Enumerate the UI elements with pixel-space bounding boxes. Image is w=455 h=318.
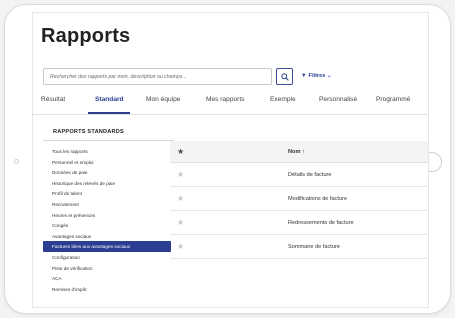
tablet-frame: Rapports Rechercher des rapports par nom… — [4, 4, 451, 314]
sidebar-item-personnel[interactable]: Personnel et emploi — [43, 157, 171, 168]
chevron-down-icon: ⌄ — [326, 73, 332, 79]
table-row[interactable]: ★ Redressements de facture — [170, 211, 428, 235]
table-row[interactable]: ★ Modifications de facture — [170, 187, 428, 211]
report-categories: Tous les rapports Personnel et emploi Do… — [43, 146, 171, 294]
star-icon[interactable]: ★ — [177, 195, 184, 203]
name-column-header[interactable]: Nom ↑ — [288, 149, 305, 155]
page-title: Rapports — [41, 25, 131, 47]
table-row[interactable]: ★ Détails de facture — [170, 163, 428, 187]
sidebar-item-remises[interactable]: Remises d'impôt — [43, 284, 171, 295]
report-name[interactable]: Modifications de facture — [288, 196, 347, 202]
table-header: ★ Nom ↑ — [170, 141, 428, 163]
sidebar-item-aca[interactable]: ACA — [43, 273, 171, 284]
star-icon[interactable]: ★ — [177, 171, 184, 179]
report-name[interactable]: Redressements de facture — [288, 220, 354, 226]
tab-exemple[interactable]: Exemple — [270, 96, 296, 103]
funnel-icon: ▼ — [301, 73, 307, 79]
tabs-divider — [33, 114, 428, 115]
sidebar-item-avantages[interactable]: Avantages sociaux — [43, 231, 171, 242]
tab-mon-equipe[interactable]: Mon équipe — [146, 96, 180, 103]
sidebar-item-conges[interactable]: Congés — [43, 220, 171, 231]
sidebar-item-tous[interactable]: Tous les rapports — [43, 146, 171, 157]
sidebar-item-configuration[interactable]: Configuration — [43, 252, 171, 263]
reports-table: ★ Nom ↑ ★ Détails de facture ★ Modificat… — [170, 141, 428, 259]
sidebar-item-factures[interactable]: Factures liées aux avantages sociaux — [43, 241, 171, 252]
report-name[interactable]: Sommaire de facture — [288, 244, 340, 250]
search-input[interactable]: Rechercher des rapports par nom, descrip… — [43, 68, 272, 85]
sidebar-item-verification[interactable]: Piste de vérification — [43, 263, 171, 274]
tab-standard[interactable]: Standard — [95, 96, 124, 103]
app-screen: Rapports Rechercher des rapports par nom… — [32, 12, 429, 308]
sidebar-item-talent[interactable]: Profil de talent — [43, 188, 171, 199]
table-row[interactable]: ★ Sommaire de facture — [170, 235, 428, 259]
sidebar-item-recrutement[interactable]: Recrutement — [43, 199, 171, 210]
filters-label: Filtres — [308, 73, 326, 79]
search-button[interactable] — [276, 68, 293, 85]
tab-mes-rapports[interactable]: Mes rapports — [206, 96, 244, 103]
star-icon[interactable]: ★ — [177, 219, 184, 227]
sidebar-heading: RAPPORTS STANDARDS — [43, 121, 174, 141]
report-tabs: Résultat Standard Mon équipe Mes rapport… — [33, 96, 428, 112]
search-icon — [281, 73, 289, 81]
tab-programme[interactable]: Programmé — [376, 96, 410, 103]
tab-resultat[interactable]: Résultat — [41, 96, 65, 103]
filters-button[interactable]: ▼ Filtres ⌄ — [301, 73, 332, 79]
tab-personnalise[interactable]: Personnalisé — [319, 96, 357, 103]
camera-dot — [14, 159, 19, 164]
sidebar-item-paie[interactable]: Données de paie — [43, 167, 171, 178]
report-name[interactable]: Détails de facture — [288, 172, 332, 178]
sidebar-item-heures[interactable]: Heures et présences — [43, 210, 171, 221]
sidebar-item-historique[interactable]: Historique des relevés de paie — [43, 178, 171, 189]
star-icon[interactable]: ★ — [177, 243, 184, 251]
star-icon[interactable]: ★ — [177, 148, 184, 156]
